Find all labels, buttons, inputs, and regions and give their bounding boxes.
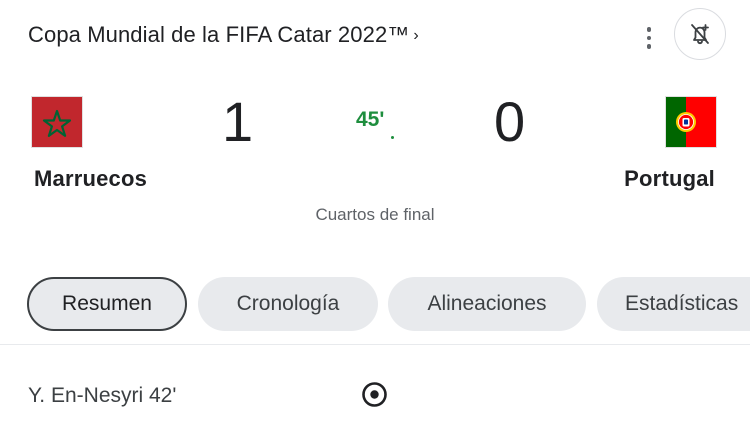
match-minute: 45' — [356, 108, 385, 131]
live-indicator — [391, 136, 394, 139]
home-score: 1 — [222, 90, 254, 153]
tab-bar: Resumen Cronología Alineaciones Estadíst… — [27, 277, 750, 331]
tournament-title: Copa Mundial de la FIFA Catar 2022™ — [28, 22, 410, 47]
more-vert-icon-dot — [646, 35, 652, 41]
morocco-flag-graphic — [32, 97, 82, 147]
chevron-right-icon: › — [413, 27, 419, 44]
morocco-flag-icon[interactable] — [31, 96, 83, 148]
away-team-name[interactable]: Portugal — [624, 166, 715, 192]
notification-add-icon — [691, 24, 709, 45]
portugal-flag-graphic — [666, 97, 716, 147]
tab-cronologia[interactable]: Cronología — [198, 277, 378, 331]
tournament-link[interactable]: Copa Mundial de la FIFA Catar 2022™ › — [28, 22, 419, 48]
soccer-ball-icon — [362, 382, 387, 407]
tab-resumen[interactable]: Resumen — [27, 277, 187, 331]
goal-scorer: Y. En-Nesyri 42' — [28, 384, 177, 407]
match-card: Copa Mundial de la FIFA Catar 2022™ › 1 … — [0, 0, 750, 433]
more-vert-icon — [646, 27, 652, 32]
more-vert-icon-dot — [646, 44, 652, 49]
match-stage: Cuartos de final — [315, 205, 435, 224]
portugal-flag-icon[interactable] — [665, 96, 717, 148]
notify-button[interactable] — [674, 8, 726, 60]
away-score: 0 — [494, 90, 526, 153]
more-options-button[interactable] — [634, 23, 664, 53]
tab-alineaciones[interactable]: Alineaciones — [388, 277, 586, 331]
tab-estadisticas[interactable]: Estadísticas — [597, 277, 750, 331]
home-team-name[interactable]: Marruecos — [34, 166, 147, 192]
header: Copa Mundial de la FIFA Catar 2022™ › — [28, 8, 750, 60]
